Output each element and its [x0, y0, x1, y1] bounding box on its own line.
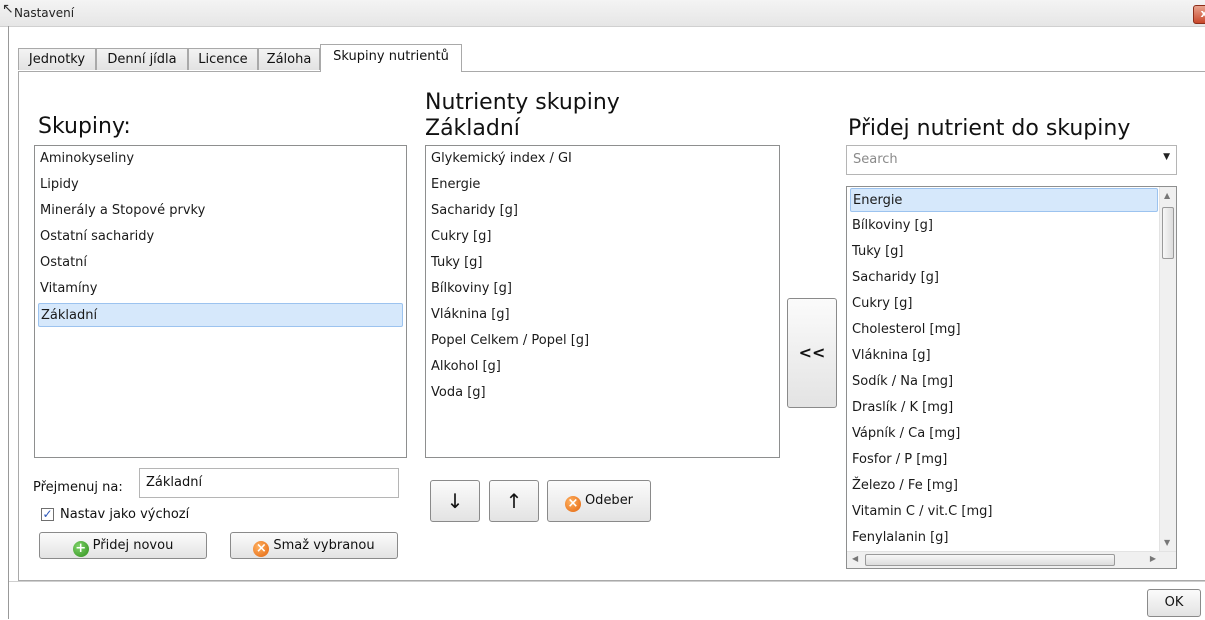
- group-item[interactable]: Ostatní: [38, 251, 403, 275]
- group-item-selected[interactable]: Základní: [38, 303, 403, 327]
- window-border: [8, 26, 9, 619]
- close-icon: x: [1200, 7, 1205, 20]
- available-nutrient-item[interactable]: Cholesterol [mg]: [850, 318, 1158, 342]
- scroll-thumb[interactable]: [1162, 207, 1174, 259]
- available-nutrient-item-selected[interactable]: Energie: [850, 188, 1158, 212]
- group-nutrient-item[interactable]: Alkohol [g]: [429, 355, 774, 379]
- groups-listbox[interactable]: Aminokyseliny Lipidy Minerály a Stopové …: [34, 145, 407, 458]
- group-nutrient-item[interactable]: Sacharidy [g]: [429, 199, 774, 223]
- mouse-cursor-icon: ↖: [2, 1, 14, 17]
- available-nutrient-item[interactable]: Fenylalanin [g]: [850, 526, 1158, 546]
- group-nutrient-item[interactable]: Cukry [g]: [429, 225, 774, 249]
- tab-skupiny-nutrientu[interactable]: Skupiny nutrientů: [320, 44, 462, 72]
- group-nutrient-item[interactable]: Energie: [429, 173, 774, 197]
- arrow-up-icon: ↑: [505, 489, 523, 513]
- double-chevron-left-icon: <<: [798, 343, 826, 362]
- delete-group-button[interactable]: × Smaž vybranou: [230, 532, 398, 559]
- scroll-down-icon[interactable]: ▼: [1164, 538, 1170, 547]
- group-nutrient-item[interactable]: Glykemický index / GI: [429, 147, 774, 171]
- ok-button[interactable]: OK: [1147, 589, 1201, 617]
- tab-licence[interactable]: Licence: [188, 48, 258, 70]
- available-nutrient-item[interactable]: Bílkoviny [g]: [850, 214, 1158, 238]
- available-nutrients-listbox[interactable]: Energie Bílkoviny [g] Tuky [g] Sacharidy…: [846, 186, 1177, 569]
- group-item[interactable]: Aminokyseliny: [38, 147, 403, 171]
- move-up-button[interactable]: ↑: [489, 480, 539, 522]
- available-nutrient-item[interactable]: Sacharidy [g]: [850, 266, 1158, 290]
- rename-label: Přejmenuj na:: [33, 480, 123, 495]
- group-nutrient-item[interactable]: Vláknina [g]: [429, 303, 774, 327]
- available-nutrient-item[interactable]: Cukry [g]: [850, 292, 1158, 316]
- default-checkbox[interactable]: ✓: [41, 508, 54, 521]
- group-nutrient-item[interactable]: Popel Celkem / Popel [g]: [429, 329, 774, 353]
- remove-icon: ×: [253, 541, 270, 557]
- available-nutrient-item[interactable]: Vláknina [g]: [850, 344, 1158, 368]
- delete-group-label: Smaž vybranou: [273, 538, 375, 553]
- group-nutrient-item[interactable]: Bílkoviny [g]: [429, 277, 774, 301]
- tab-panel: Skupiny: Aminokyseliny Lipidy Minerály a…: [18, 71, 1205, 581]
- default-checkbox-label: Nastav jako výchozí: [60, 507, 190, 522]
- available-nutrient-item[interactable]: Sodík / Na [mg]: [850, 370, 1158, 394]
- remove-icon: ×: [564, 496, 581, 512]
- add-nutrient-heading: Přidej nutrient do skupiny: [848, 116, 1131, 141]
- rename-input[interactable]: Základní: [139, 468, 399, 498]
- search-placeholder: Search: [853, 152, 898, 167]
- available-nutrient-item[interactable]: Železo / Fe [mg]: [850, 474, 1158, 498]
- move-down-button[interactable]: ↓: [430, 480, 480, 522]
- group-item[interactable]: Vitamíny: [38, 277, 403, 301]
- remove-nutrient-label: Odeber: [584, 493, 634, 508]
- remove-nutrient-button[interactable]: × Odeber: [547, 480, 651, 522]
- add-to-group-button[interactable]: <<: [787, 298, 837, 408]
- title-bar: ↖ Nastavení x: [0, 0, 1205, 27]
- scroll-up-icon[interactable]: ▲: [1164, 191, 1170, 200]
- group-item[interactable]: Ostatní sacharidy: [38, 225, 403, 249]
- group-nutrients-listbox[interactable]: Glykemický index / GI Energie Sacharidy …: [425, 145, 780, 458]
- available-nutrient-item[interactable]: Vitamin C / vit.C [mg]: [850, 500, 1158, 524]
- group-nutrient-item[interactable]: Tuky [g]: [429, 251, 774, 275]
- group-item[interactable]: Minerály a Stopové prvky: [38, 199, 403, 223]
- plus-icon: +: [72, 541, 89, 557]
- scroll-right-icon[interactable]: ▶: [1150, 554, 1156, 563]
- hscroll-thumb[interactable]: [865, 554, 1115, 566]
- window-title: Nastavení: [14, 6, 75, 20]
- group-item[interactable]: Lipidy: [38, 173, 403, 197]
- groups-heading: Skupiny:: [38, 114, 131, 139]
- group-nutrient-item[interactable]: Voda [g]: [429, 381, 774, 405]
- scroll-left-icon[interactable]: ◀: [852, 554, 858, 563]
- tab-zaloha[interactable]: Záloha: [258, 48, 320, 70]
- group-nutrients-heading: Nutrienty skupiny: [425, 90, 620, 115]
- arrow-down-icon: ↓: [446, 489, 464, 513]
- add-group-label: Přidej novou: [92, 538, 174, 553]
- available-nutrient-item[interactable]: Vápník / Ca [mg]: [850, 422, 1158, 446]
- vertical-scrollbar[interactable]: ▲ ▼: [1159, 187, 1176, 551]
- dropdown-arrow-icon[interactable]: ▼: [1163, 152, 1170, 162]
- horizontal-scrollbar[interactable]: ◀ ▶: [847, 551, 1176, 568]
- close-button[interactable]: x: [1193, 5, 1205, 24]
- tab-denni-jidla[interactable]: Denní jídla: [96, 48, 188, 70]
- available-nutrient-item[interactable]: Fosfor / P [mg]: [850, 448, 1158, 472]
- available-nutrient-item[interactable]: Draslík / K [mg]: [850, 396, 1158, 420]
- available-nutrient-item[interactable]: Tuky [g]: [850, 240, 1158, 264]
- dialog-footer: OK: [9, 581, 1205, 620]
- group-nutrients-heading-name: Základní: [425, 116, 520, 141]
- nutrient-search-combobox[interactable]: Search ▼: [846, 145, 1177, 175]
- add-group-button[interactable]: + Přidej novou: [39, 532, 207, 559]
- tab-jednotky[interactable]: Jednotky: [18, 48, 96, 70]
